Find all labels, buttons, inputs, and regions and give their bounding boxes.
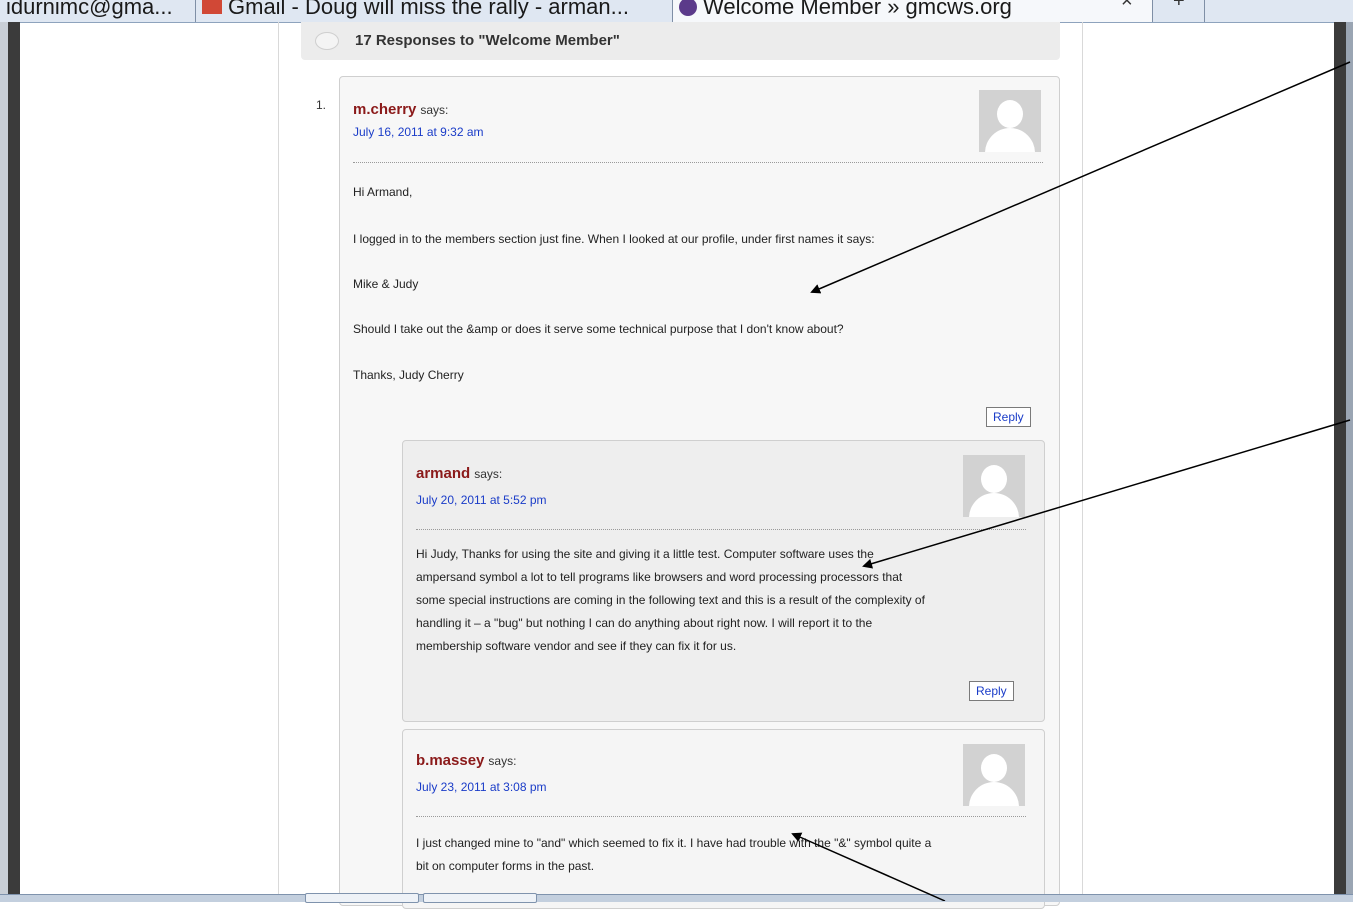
comment-body: Hi Judy, Thanks for using the site and g… (416, 543, 1041, 658)
comment-divider (416, 816, 1026, 817)
comment-divider (353, 162, 1043, 163)
avatar (979, 90, 1041, 152)
comment-b-massey: b.massey says: July 23, 2011 at 3:08 pm I… (402, 729, 1045, 909)
comment-author[interactable]: armand says: (416, 465, 502, 482)
says-label: says: (488, 754, 517, 768)
window-edge-right (1346, 22, 1353, 896)
reply-button[interactable]: Reply (986, 407, 1031, 427)
comment-author[interactable]: m.cherry says: (353, 101, 448, 118)
comment-line: membership software vendor and see if th… (416, 639, 737, 653)
author-name[interactable]: m.cherry (353, 101, 416, 118)
speech-bubble-icon (315, 32, 339, 50)
avatar (963, 455, 1025, 517)
reply-button[interactable]: Reply (969, 681, 1014, 701)
comment-line: ampersand symbol a lot to tell programs … (416, 570, 903, 584)
comment-paragraph: Thanks, Judy Cherry (353, 368, 464, 382)
comment-author[interactable]: b.massey says: (416, 752, 516, 769)
status-bar-button[interactable] (305, 893, 419, 903)
says-label: says: (420, 103, 449, 117)
comment-divider (416, 529, 1026, 530)
responses-header: 17 Responses to "Welcome Member" (301, 22, 1060, 60)
comment-paragraph: I logged in to the members section just … (353, 232, 875, 246)
comment-line: Hi Judy, Thanks for using the site and g… (416, 547, 874, 561)
tab-label: Welcome Member » gmcws.org (703, 0, 1012, 19)
author-name[interactable]: armand (416, 465, 470, 482)
tab-label: Gmail - Doug will miss the rally - arman… (228, 0, 629, 19)
page-frame-right (1334, 22, 1346, 896)
comment-date-link[interactable]: July 20, 2011 at 5:52 pm (416, 493, 547, 507)
comment-date-link[interactable]: July 16, 2011 at 9:32 am (353, 125, 484, 139)
new-tab-button[interactable]: + (1153, 0, 1205, 22)
window-edge-left (0, 22, 8, 896)
tab-close-icon[interactable]: × (1121, 0, 1133, 11)
comment-line: I just changed mine to "and" which seeme… (416, 836, 932, 850)
comment-paragraph: Should I take out the &amp or does it se… (353, 322, 844, 336)
avatar (963, 744, 1025, 806)
comment-body: I just changed mine to "and" which seeme… (416, 832, 1041, 878)
comment-paragraph: Mike & Judy (353, 277, 419, 291)
site-favicon-icon (679, 0, 697, 16)
browser-tab-bar: idurnimc@gma... Gmail - Doug will miss t… (0, 0, 1353, 23)
comment-line: some special instructions are coming in … (416, 593, 925, 607)
status-bar-button[interactable] (423, 893, 537, 903)
tab-email[interactable]: idurnimc@gma... (0, 0, 196, 22)
tab-gmail[interactable]: Gmail - Doug will miss the rally - arman… (196, 0, 673, 22)
says-label: says: (474, 467, 503, 481)
comment-number: 1. (316, 98, 327, 112)
content-column-border-right (1082, 22, 1083, 896)
author-name[interactable]: b.massey (416, 752, 484, 769)
responses-title: 17 Responses to "Welcome Member" (355, 32, 620, 49)
comment-line: bit on computer forms in the past. (416, 859, 595, 873)
comment-armand: armand says: July 20, 2011 at 5:52 pm Hi … (402, 440, 1045, 722)
tab-label: idurnimc@gma... (6, 0, 173, 19)
comment-line: handling it – a "bug" but nothing I can … (416, 616, 873, 630)
comment-date-link[interactable]: July 23, 2011 at 3:08 pm (416, 780, 547, 794)
tab-welcome-member[interactable]: Welcome Member » gmcws.org × (673, 0, 1153, 22)
content-column-border-left (278, 22, 279, 896)
plus-icon: + (1173, 0, 1185, 12)
gmail-icon (202, 0, 222, 14)
comment-paragraph: Hi Armand, (353, 185, 413, 199)
page-frame-left (8, 22, 20, 896)
